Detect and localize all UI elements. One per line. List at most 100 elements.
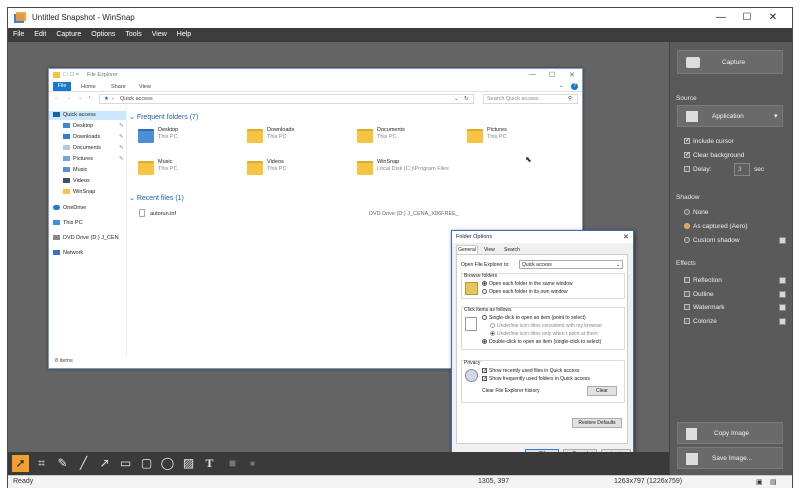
radio-unselected <box>482 315 487 321</box>
videos-folder-icon <box>247 161 263 175</box>
menu-file[interactable]: File <box>8 28 29 42</box>
effect-colorize-checkbox[interactable]: Colorize <box>684 318 717 325</box>
folder-tile-videos: Videos This PC <box>247 159 287 175</box>
dialog-general-page: Open File Explorer to: Quick access ⌄ Br… <box>456 254 628 444</box>
pin-icon: ✎ <box>119 134 124 140</box>
watermark-settings-button[interactable] <box>779 304 786 311</box>
effect-outline-checkbox[interactable]: Outline <box>684 291 714 298</box>
menu-help[interactable]: Help <box>172 28 196 42</box>
hatch-tool-icon[interactable]: ▨ <box>180 455 197 472</box>
clear-history-label: Clear File Explorer history <box>482 388 540 394</box>
menu-options[interactable]: Options <box>86 28 120 42</box>
outline-settings-button[interactable] <box>779 291 786 298</box>
checkbox-checked-icon: ✓ <box>684 152 691 159</box>
frequent-folders-header: ⌄ Frequent folders (7) <box>129 114 199 121</box>
address-dropdown-icon: ⌄ <box>454 96 459 102</box>
pointer-tool-icon[interactable]: ➚ <box>12 455 29 472</box>
capture-button[interactable]: Capture <box>677 50 783 74</box>
include-cursor-checkbox[interactable]: ✓ Include cursor <box>684 138 734 145</box>
pictures-icon <box>63 156 70 162</box>
close-button[interactable]: ✕ <box>760 8 786 28</box>
cloud-icon <box>53 205 60 211</box>
dialog-title: Folder Options <box>456 234 493 240</box>
dialog-close-icon: ✕ <box>623 234 629 241</box>
minimize-button[interactable]: — <box>708 8 734 28</box>
chevron-down-icon: ⌄ <box>616 262 621 268</box>
copy-image-button[interactable]: Copy Image <box>677 422 783 444</box>
checkbox-unchecked-icon <box>684 318 690 325</box>
menu-view[interactable]: View <box>147 28 172 42</box>
dialog-tab-search: Search <box>504 247 520 253</box>
help-icon: ? <box>571 83 578 90</box>
folder-tile-desktop: Desktop This PC <box>138 127 178 143</box>
explorer-tab-file: File <box>53 82 71 91</box>
music-folder-icon <box>138 161 154 175</box>
click-items-group: Click items as follows Single-click to o… <box>461 307 625 350</box>
dialog-tab-view: View <box>484 247 495 253</box>
pen-tool-icon[interactable]: ✎ <box>54 455 71 472</box>
menu-capture[interactable]: Capture <box>51 28 86 42</box>
up-arrow-icon: ↑ <box>88 95 91 101</box>
custom-shadow-settings-button[interactable] <box>779 237 786 244</box>
text-tool-icon[interactable]: T <box>201 455 218 472</box>
delay-stepper[interactable]: 3 <box>734 163 750 176</box>
desktop-folder-icon <box>138 129 154 143</box>
search-placeholder: Search Quick access <box>487 96 539 102</box>
fill-color-icon[interactable]: ■ <box>224 455 241 472</box>
effect-reflection-checkbox[interactable]: Reflection <box>684 277 722 284</box>
right-panel: Capture Source Application ▾ ✓ Include cu… <box>669 42 792 475</box>
save-image-button[interactable]: Save Image... <box>677 447 783 469</box>
documents-icon <box>63 145 70 151</box>
shadow-custom-radio[interactable]: Custom shadow <box>684 237 740 244</box>
menu-tools[interactable]: Tools <box>120 28 146 42</box>
snapshot-canvas[interactable]: ☐ ☐ = File Explorer — ☐ ✕ File Home Shar… <box>8 42 669 463</box>
nav-onedrive: OneDrive <box>53 205 86 211</box>
rectangle-tool-icon[interactable]: ▭ <box>117 455 134 472</box>
delay-checkbox[interactable]: Delay: <box>684 166 711 173</box>
open-explorer-label: Open File Explorer to: <box>461 262 510 268</box>
pin-icon: ✎ <box>119 145 124 151</box>
rounded-rectangle-tool-icon[interactable]: ▢ <box>138 455 155 472</box>
checkbox-checked-icon: ✓ <box>684 138 691 145</box>
explorer-title: File Explorer <box>87 72 118 78</box>
colorize-settings-button[interactable] <box>779 318 786 325</box>
arrow-tool-icon[interactable]: ↗ <box>96 455 113 472</box>
address-text: Quick access <box>120 96 153 102</box>
network-icon <box>53 250 60 256</box>
explorer-address-bar: ★ › Quick access ⌄ ↻ <box>99 94 474 104</box>
delay-unit: sec <box>754 166 765 173</box>
maximize-button[interactable]: ☐ <box>734 8 760 28</box>
desktop-icon <box>63 123 70 129</box>
dvd-drive-icon <box>53 235 60 241</box>
nav-downloads: Downloads <box>63 134 100 140</box>
title-bar: Untitled Snapshot - WinSnap — ☐ ✕ <box>8 8 792 28</box>
ellipse-tool-icon[interactable]: ◯ <box>159 455 176 472</box>
folder-tile-documents: Documents This PC <box>357 127 405 143</box>
shadow-as-captured-radio[interactable]: As captured (Aero) <box>684 223 748 230</box>
clear-background-checkbox[interactable]: ✓ Clear background <box>684 152 744 159</box>
menu-edit[interactable]: Edit <box>29 28 51 42</box>
crop-tool-icon[interactable]: ⌗ <box>33 455 50 472</box>
explorer-tab-view: View <box>139 84 151 90</box>
mouse-cursor-icon: ⬉ <box>525 155 532 164</box>
radio-selected <box>482 281 487 287</box>
forward-arrow-icon: → <box>66 95 72 101</box>
reflection-settings-button[interactable] <box>779 277 786 284</box>
line-tool-icon[interactable]: ╱ <box>75 455 92 472</box>
nav-dvd-drive: DVD Drive (D:) J_CEN <box>53 235 119 241</box>
explorer-search-box: Search Quick access ⚲ <box>483 94 578 104</box>
nav-videos: Videos <box>63 178 90 184</box>
explorer-minimize-icon: — <box>529 71 536 78</box>
effect-watermark-checkbox[interactable]: Watermark <box>684 304 725 311</box>
underline-browser-option: Underline icon titles consistent with my… <box>490 323 602 329</box>
folder-icon <box>53 72 60 78</box>
shadow-none-radio[interactable]: None <box>684 209 709 216</box>
search-icon: ⚲ <box>568 96 573 102</box>
source-application-dropdown[interactable]: Application ▾ <box>677 105 783 127</box>
browse-folders-group: Browse folders Open each folder in the s… <box>461 273 625 299</box>
radio-disabled-selected <box>490 331 495 337</box>
stroke-color-icon[interactable]: ■ <box>244 455 261 472</box>
radio-disabled <box>490 323 495 329</box>
open-explorer-select: Quick access ⌄ <box>519 260 623 269</box>
winsnap-app-icon <box>14 12 26 23</box>
